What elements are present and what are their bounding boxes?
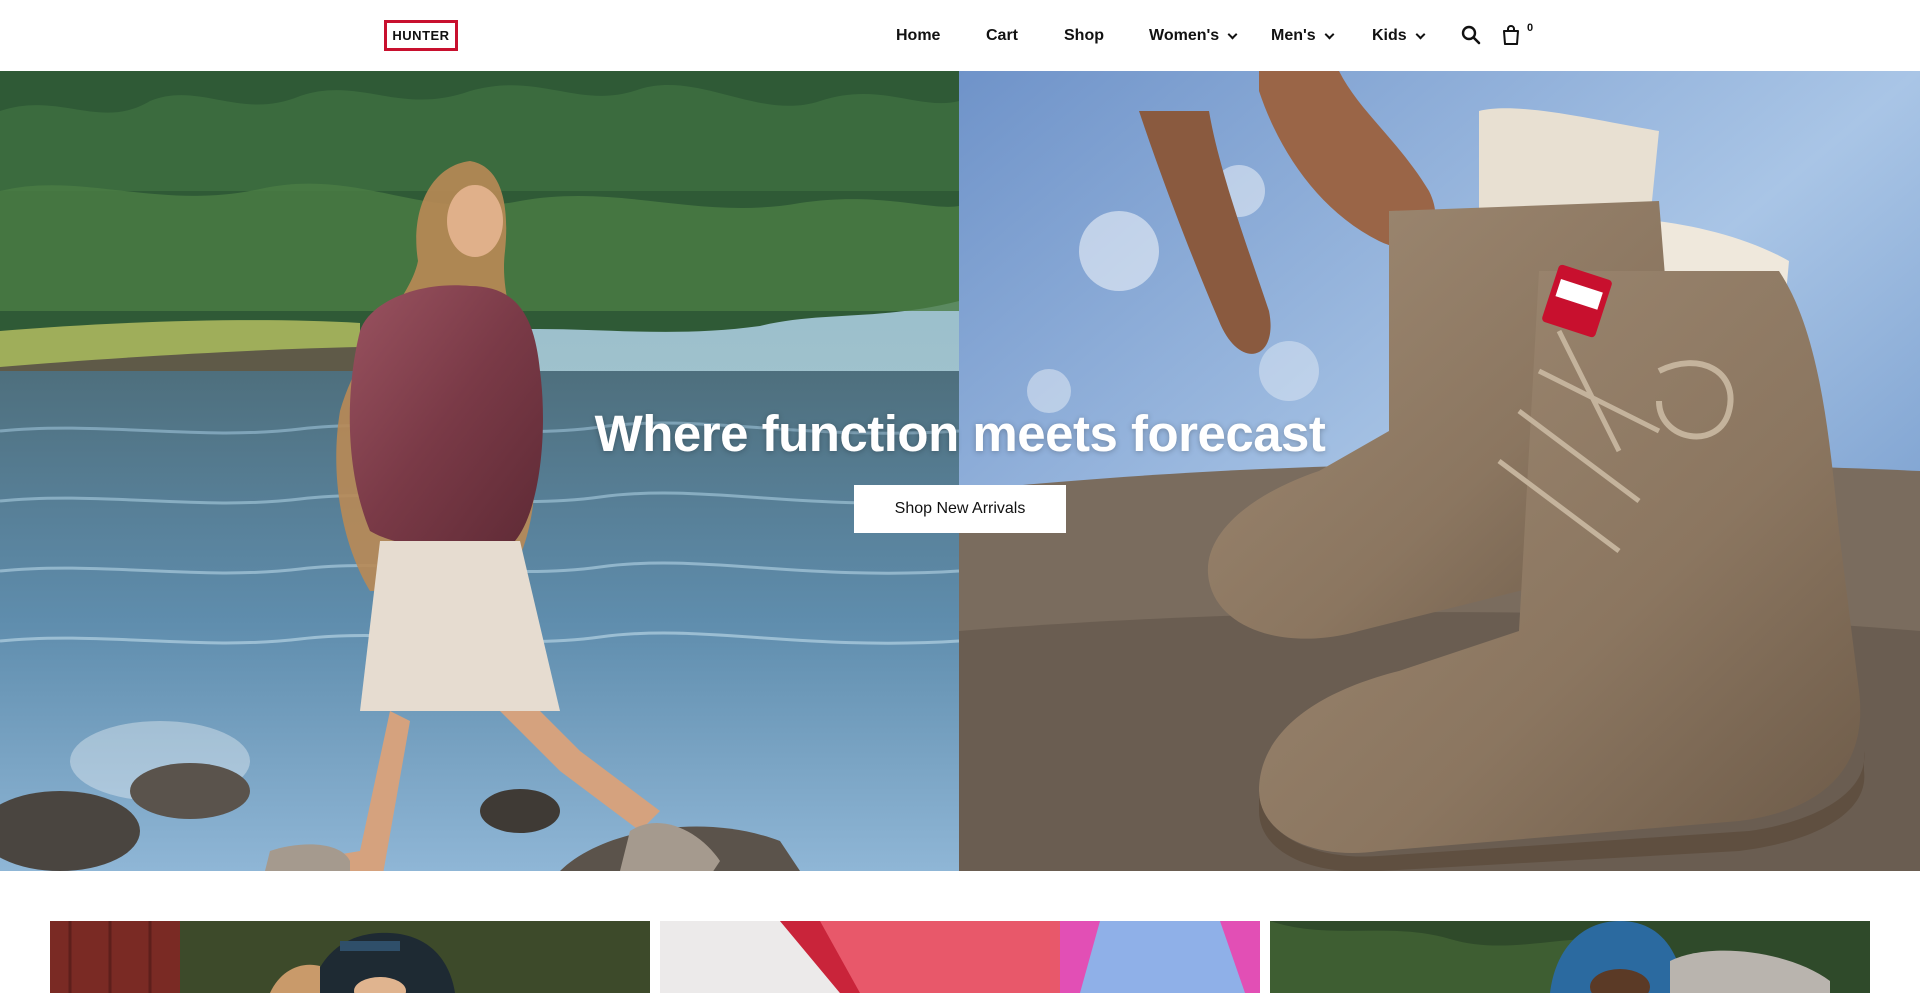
shop-new-arrivals-button[interactable]: Shop New Arrivals: [854, 485, 1066, 533]
hero-image-boots-closeup[interactable]: [959, 71, 1920, 871]
nav-womens[interactable]: Women's: [1149, 26, 1238, 46]
category-tile-3[interactable]: [1270, 921, 1870, 993]
category-tile-2[interactable]: [660, 921, 1260, 993]
cart-button[interactable]: [1500, 24, 1522, 46]
hero-headline: Where function meets forecast: [594, 405, 1326, 462]
chevron-down-icon: [1324, 29, 1335, 39]
nav-mens-label: Men's: [1271, 27, 1316, 44]
logo-text: HUNTER: [392, 28, 450, 43]
nav-mens[interactable]: Men's: [1271, 26, 1335, 46]
nav-kids-label: Kids: [1372, 27, 1407, 44]
nav-kids[interactable]: Kids: [1372, 26, 1426, 46]
hunter-logo[interactable]: HUNTER: [384, 20, 458, 51]
cart-count-badge: 0: [1527, 22, 1534, 34]
category-tile-1[interactable]: [50, 921, 650, 993]
nav-cart[interactable]: Cart: [986, 26, 1018, 46]
chevron-down-icon: [1415, 29, 1426, 39]
nav-shop[interactable]: Shop: [1064, 26, 1104, 46]
shopping-bag-icon: [1503, 25, 1519, 45]
hero-banner: Where function meets forecast Shop New A…: [0, 71, 1920, 871]
nav-womens-label: Women's: [1149, 27, 1220, 44]
chevron-down-icon: [1227, 29, 1238, 39]
search-button[interactable]: [1460, 24, 1482, 46]
nav-home[interactable]: Home: [896, 26, 940, 46]
site-header: HUNTER Home Cart Shop Women's Men's Kids…: [0, 0, 1920, 71]
hero-image-model-lake[interactable]: [0, 71, 959, 871]
search-icon: [1461, 25, 1481, 45]
